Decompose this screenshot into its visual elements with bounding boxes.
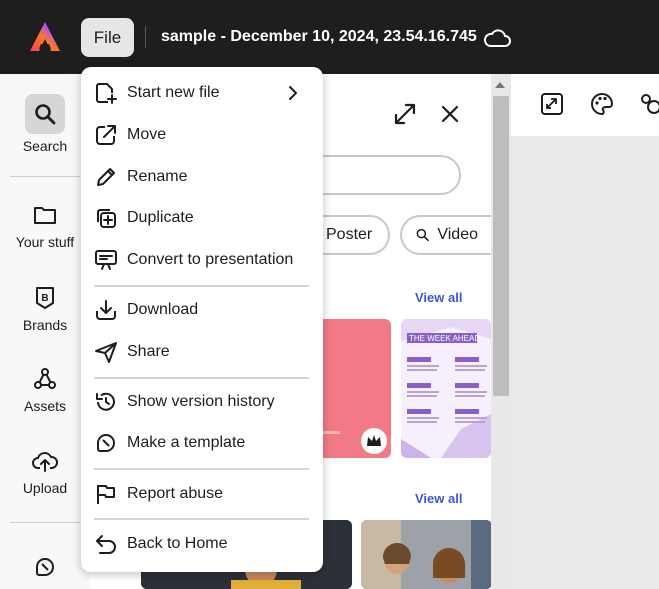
adobe-express-logo[interactable] xyxy=(28,20,62,54)
file-menu: Start new file Move Rename Duplicate Con… xyxy=(81,67,323,572)
menu-label: Report abuse xyxy=(127,485,224,502)
menu-item-duplicate[interactable]: Duplicate xyxy=(81,199,323,237)
chip-poster-label: Poster xyxy=(326,226,373,243)
left-rail: Search Your stuff B Brands Assets Upload xyxy=(0,74,90,589)
template-icon xyxy=(97,434,115,452)
chip-video-label: Video xyxy=(437,226,478,243)
menu-item-make-a-template[interactable]: Make a template xyxy=(81,424,323,462)
menu-divider xyxy=(94,468,309,470)
menu-item-show-version-history[interactable]: Show version history xyxy=(81,383,323,421)
rail-divider xyxy=(10,522,80,523)
menu-divider xyxy=(94,377,309,379)
rail-item-brands[interactable]: B Brands xyxy=(0,285,90,333)
menu-label: Make a template xyxy=(127,434,246,451)
photo-thumbnail[interactable] xyxy=(361,520,492,589)
menu-divider xyxy=(94,285,309,287)
menu-item-start-new-file[interactable]: Start new file xyxy=(81,74,323,112)
top-bar: File sample - December 10, 2024, 23.54.1… xyxy=(0,0,659,74)
menu-item-rename[interactable]: Rename xyxy=(81,158,323,196)
rail-item-add-ons[interactable] xyxy=(0,554,90,580)
cloud-sync-icon[interactable] xyxy=(482,26,512,50)
svg-text:B: B xyxy=(41,293,48,304)
menu-label: Download xyxy=(127,301,199,318)
menu-label: Rename xyxy=(127,168,188,185)
menu-label: Share xyxy=(127,343,170,360)
brand-icon: B xyxy=(36,287,54,309)
menu-label: Show version history xyxy=(127,393,275,410)
menu-item-convert-to-presentation[interactable]: Convert to presentation xyxy=(81,241,323,279)
menu-item-download[interactable]: Download xyxy=(81,291,323,329)
menu-item-back-to-home[interactable]: Back to Home xyxy=(81,525,323,563)
palette-icon[interactable] xyxy=(589,91,615,117)
template-title: THE WEEK AHEAD xyxy=(409,334,481,343)
menu-label: Duplicate xyxy=(127,209,194,226)
upload-icon xyxy=(32,452,58,472)
crown-icon xyxy=(367,435,381,446)
rail-divider xyxy=(10,176,80,177)
menu-label: Back to Home xyxy=(127,535,228,552)
folder-icon xyxy=(34,207,56,224)
view-all-link[interactable]: View all xyxy=(415,290,462,305)
pencil-icon xyxy=(97,168,115,186)
canvas-area[interactable] xyxy=(511,136,659,589)
add-ons-icon xyxy=(36,558,54,576)
resize-icon[interactable] xyxy=(539,91,565,117)
history-icon xyxy=(96,392,115,411)
chevron-right-icon xyxy=(289,86,297,100)
menu-item-share[interactable]: Share xyxy=(81,333,323,371)
chip-video[interactable]: Video xyxy=(400,215,492,255)
download-icon xyxy=(96,300,116,320)
topbar-divider xyxy=(145,26,146,48)
animate-icon[interactable] xyxy=(638,91,659,117)
search-input[interactable] xyxy=(300,155,461,195)
duplicate-icon xyxy=(97,209,116,228)
back-icon xyxy=(96,535,116,554)
premium-badge xyxy=(361,428,387,454)
menu-divider xyxy=(94,518,309,520)
rail-label-search: Search xyxy=(22,138,68,154)
menu-label: Convert to presentation xyxy=(127,251,294,268)
rail-item-assets[interactable]: Assets xyxy=(0,366,90,414)
rail-label-upload: Upload xyxy=(22,480,68,496)
rail-label-brands: Brands xyxy=(22,317,68,333)
view-all-link[interactable]: View all xyxy=(415,491,462,506)
menu-label: Start new file xyxy=(127,84,220,101)
rail-label-assets: Assets xyxy=(23,398,66,414)
presentation-icon xyxy=(95,250,117,270)
search-icon xyxy=(416,228,429,242)
close-icon[interactable] xyxy=(439,103,461,125)
search-icon xyxy=(35,104,56,125)
right-toolbar xyxy=(511,74,659,136)
menu-item-move[interactable]: Move xyxy=(81,116,323,154)
flag-icon xyxy=(97,485,115,504)
menu-item-report-abuse[interactable]: Report abuse xyxy=(81,475,323,513)
assets-icon xyxy=(34,368,56,389)
rail-label-your-stuff: Your stuff xyxy=(15,234,75,250)
template-thumbnail[interactable]: THE WEEK AHEAD xyxy=(401,319,491,458)
rail-item-upload[interactable]: Upload xyxy=(0,448,90,496)
move-icon xyxy=(96,125,116,145)
rail-item-search[interactable]: Search xyxy=(0,94,90,154)
share-icon xyxy=(95,342,117,363)
menu-label: Move xyxy=(127,126,167,143)
expand-icon[interactable] xyxy=(393,102,417,126)
rail-item-your-stuff[interactable]: Your stuff xyxy=(0,202,90,250)
new-file-icon xyxy=(96,83,117,104)
document-title[interactable]: sample - December 10, 2024, 23.54.16.745 xyxy=(161,28,477,46)
photo-students-art xyxy=(361,520,492,589)
file-menu-button[interactable]: File xyxy=(81,18,134,57)
scrollbar-thumb[interactable] xyxy=(493,96,509,396)
scroll-up-arrow[interactable] xyxy=(495,82,505,88)
rail-search-highlight xyxy=(25,94,65,134)
